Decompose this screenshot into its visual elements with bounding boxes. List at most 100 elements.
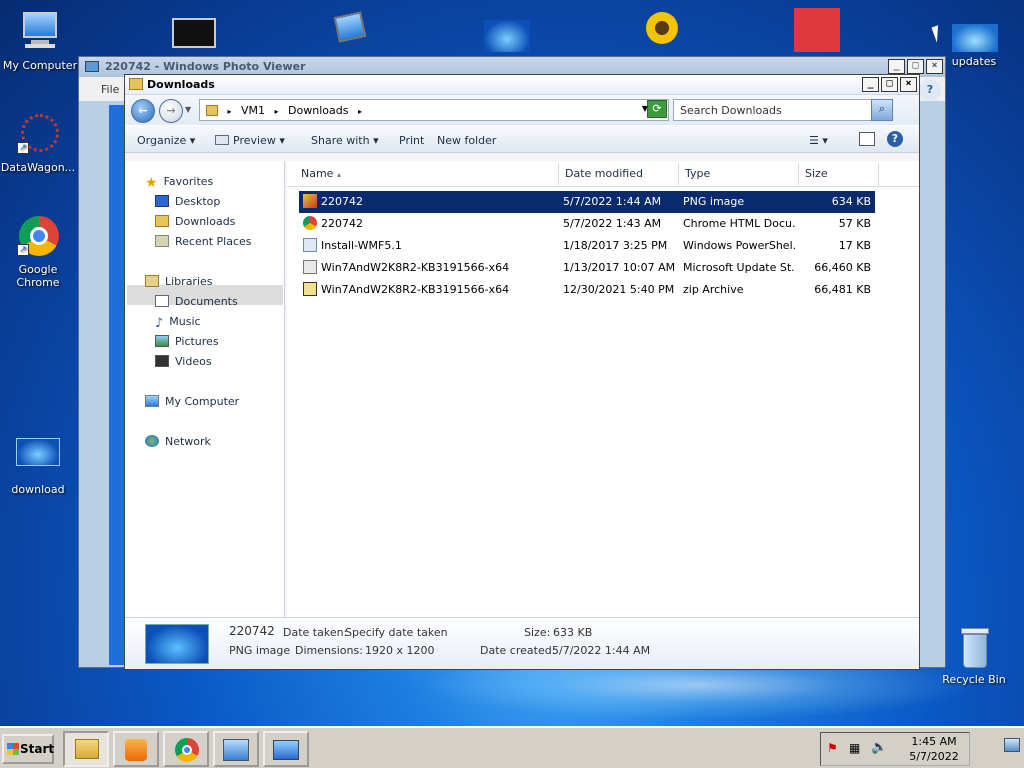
help-icon[interactable]: ? (887, 131, 903, 147)
nav-favorites[interactable]: ★ Favorites (145, 173, 213, 191)
music-note-icon: ♪ (155, 316, 164, 331)
recent-pages-chevron-icon[interactable]: ▼ (185, 105, 191, 114)
datawagon-red-icon[interactable] (794, 6, 844, 52)
maximize-button[interactable]: □ (881, 77, 898, 92)
details-size: 633 KB (553, 626, 593, 639)
preview-pane-icon[interactable] (859, 132, 875, 146)
column-header-date-modified[interactable]: Date modified (559, 163, 679, 185)
taskbar-media-button[interactable] (113, 731, 159, 767)
datawagon-logo-icon: ↗ (15, 112, 61, 158)
taskbar-photo-viewer-button[interactable] (263, 731, 309, 767)
clock-time: 1:45 AM (911, 735, 957, 748)
explorer-titlebar[interactable]: Downloads _ □ × (125, 75, 919, 95)
maximize-button[interactable]: □ (907, 59, 924, 74)
chevron-right-icon: ▸ (227, 107, 232, 116)
show-desktop-icon[interactable] (1004, 738, 1020, 752)
photo-viewer-icon (85, 61, 99, 72)
search-icon[interactable]: ⌕ (871, 99, 893, 121)
details-pane: 220742 Date taken: Specify date taken PN… (125, 617, 919, 669)
table-row[interactable]: 220742 5/7/2022 1:43 AM Chrome HTML Docu… (299, 213, 875, 235)
table-row[interactable]: Install-WMF5.1 1/18/2017 3:25 PM Windows… (299, 235, 875, 257)
nav-music[interactable]: ♪ Music (155, 313, 201, 331)
preview-button[interactable]: Preview ▾ (215, 134, 285, 147)
close-button[interactable]: × (900, 77, 917, 92)
breadcrumb-item[interactable]: Downloads (288, 104, 348, 117)
minimize-button[interactable]: _ (862, 77, 879, 92)
desktop-icon-updates[interactable]: updates (934, 22, 1014, 68)
chevron-right-icon: ▸ (274, 107, 279, 116)
close-button[interactable]: × (926, 59, 943, 74)
recent-places-icon (155, 235, 169, 247)
breadcrumb[interactable]: ▸ VM1 ▸ Downloads ▸ ▼ (199, 99, 669, 121)
taskbar-explorer-button[interactable] (63, 731, 109, 767)
table-row[interactable]: 220742 5/7/2022 1:44 AM PNG image 634 KB (299, 191, 875, 213)
column-header-size[interactable]: Size (799, 163, 879, 185)
refresh-button[interactable]: ⟳ (647, 100, 667, 118)
windows-wallpaper-icon[interactable] (482, 6, 532, 52)
back-button[interactable]: ← (131, 99, 155, 123)
forward-button[interactable]: → (159, 99, 183, 123)
search-placeholder: Search Downloads (680, 104, 782, 117)
help-icon[interactable]: ? (919, 79, 941, 101)
details-date-taken[interactable]: Specify date taken (345, 626, 448, 639)
column-header-name[interactable]: Name ▴ (295, 163, 559, 185)
details-date-taken-label: Date taken: (283, 626, 348, 639)
zip-archive-icon (303, 282, 317, 296)
breadcrumb-item[interactable]: VM1 (241, 104, 265, 117)
image-thumbnail-icon (15, 434, 61, 480)
details-size-label: Size: (524, 626, 551, 639)
start-button[interactable]: Start (2, 734, 54, 764)
desktop-icon-label: DataWagon... (0, 161, 76, 174)
nav-recent-places[interactable]: Recent Places (155, 233, 252, 251)
pictures-icon (155, 335, 169, 347)
table-row[interactable]: Win7AndW2K8R2-KB3191566-x64 12/30/2021 5… (299, 279, 875, 301)
nav-libraries[interactable]: Libraries (145, 273, 213, 291)
desktop-icon-google-chrome[interactable]: ↗ Google Chrome (0, 214, 78, 289)
organize-button[interactable]: Organize ▾ (137, 134, 195, 147)
details-created-label: Date created: (480, 644, 556, 657)
desktop-icon-datawagon[interactable]: ↗ DataWagon... (0, 112, 78, 174)
desktop-icon-recycle-bin[interactable]: Recycle Bin (934, 624, 1014, 686)
preview-icon (215, 135, 229, 145)
volume-icon[interactable]: 🔈 (871, 740, 887, 755)
desktop-icon-label: My Computer (2, 59, 78, 72)
network-status-icon[interactable]: ▦ (849, 741, 860, 755)
windows-logo-icon (7, 743, 19, 755)
details-dimensions-label: Dimensions: (295, 644, 363, 657)
menu-file[interactable]: File (101, 83, 119, 96)
network-computer-icon[interactable] (326, 6, 376, 52)
taskbar-network-button[interactable] (213, 731, 259, 767)
nav-desktop[interactable]: Desktop (155, 193, 220, 211)
desktop-icon-my-computer[interactable]: My Computer (0, 10, 80, 72)
monitor-app-icon[interactable] (168, 6, 218, 52)
powershell-script-icon (303, 238, 317, 252)
taskbar-chrome-button[interactable] (163, 731, 209, 767)
network-icon (145, 435, 159, 447)
print-button[interactable]: Print (399, 134, 424, 147)
nav-downloads[interactable]: Downloads (155, 213, 235, 231)
details-filename: 220742 (229, 624, 275, 638)
details-type: PNG image (229, 644, 291, 657)
clock[interactable]: 1:45 AM 5/7/2022 (904, 734, 964, 764)
nav-network[interactable]: Network (145, 433, 211, 451)
minimize-button[interactable]: _ (888, 59, 905, 74)
desktop-icon-label: download (11, 483, 65, 496)
control-panel-icon (223, 739, 249, 761)
nav-documents[interactable]: Documents (155, 293, 238, 311)
nav-videos[interactable]: Videos (155, 353, 212, 371)
change-view-icon[interactable]: ☰ ▾ (809, 134, 828, 147)
explorer-window[interactable]: Downloads _ □ × ← → ▼ ▸ VM1 ▸ Downloads … (124, 74, 920, 670)
share-with-button[interactable]: Share with ▾ (311, 134, 379, 147)
search-input[interactable]: Search Downloads ⌕ (673, 99, 893, 121)
table-row[interactable]: Win7AndW2K8R2-KB3191566-x64 1/13/2017 10… (299, 257, 875, 279)
taskbar: Start ⚑ ▦ 🔈 1:45 AM 5/7/2022 (0, 726, 1024, 768)
downloads-folder-icon (155, 215, 169, 227)
nav-pictures[interactable]: Pictures (155, 333, 219, 351)
action-center-icon[interactable]: ⚑ (827, 741, 838, 755)
new-folder-button[interactable]: New folder (437, 134, 496, 147)
desktop-icon-download[interactable]: download (0, 434, 78, 496)
nav-my-computer[interactable]: My Computer (145, 393, 239, 411)
desktop-icon-label: updates (951, 55, 997, 68)
sunflower-image-icon[interactable] (636, 6, 686, 52)
column-header-type[interactable]: Type (679, 163, 799, 185)
